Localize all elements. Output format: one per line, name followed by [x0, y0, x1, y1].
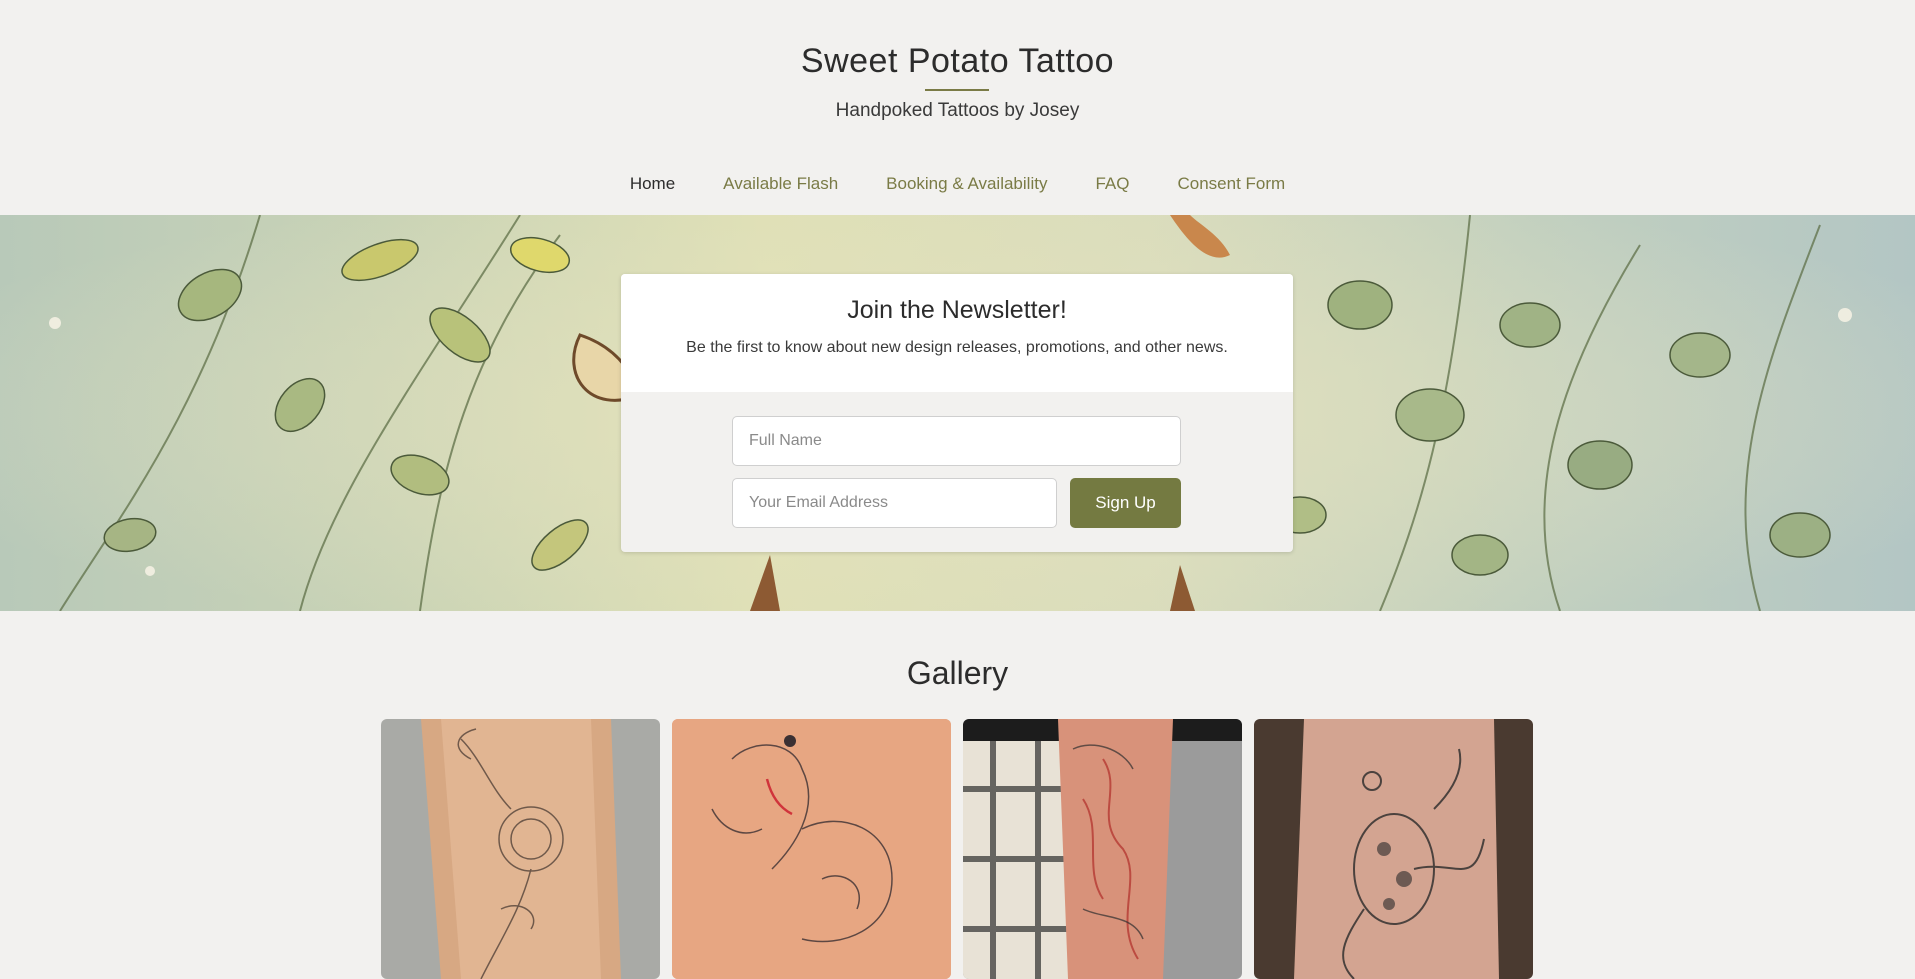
- email-input[interactable]: [732, 478, 1057, 528]
- title-divider: [925, 89, 989, 91]
- newsletter-header: Join the Newsletter! Be the first to kno…: [621, 274, 1293, 392]
- gallery-title: Gallery: [906, 655, 1009, 691]
- nav-home[interactable]: Home: [630, 174, 675, 194]
- dragon-tattoo-image: [963, 719, 1242, 979]
- nav-consent-form[interactable]: Consent Form: [1177, 174, 1285, 194]
- newsletter-form: Sign Up: [621, 392, 1293, 552]
- site-title[interactable]: Sweet Potato Tattoo: [0, 42, 1915, 81]
- gallery-item-frog-tattoo[interactable]: [1254, 719, 1533, 979]
- floral-tattoo-image: [381, 719, 660, 979]
- gallery-grid: [381, 719, 1533, 979]
- newsletter-card: Join the Newsletter! Be the first to kno…: [621, 274, 1293, 552]
- nav-available-flash[interactable]: Available Flash: [723, 174, 838, 194]
- frog-tattoo-image: [1254, 719, 1533, 979]
- nav-booking-availability[interactable]: Booking & Availability: [886, 174, 1047, 194]
- site-header: Sweet Potato Tattoo Handpoked Tattoos by…: [0, 0, 1915, 140]
- nav-faq[interactable]: FAQ: [1095, 174, 1129, 194]
- newsletter-description: Be the first to know about new design re…: [686, 339, 1228, 356]
- gallery-item-dragon-tattoo[interactable]: [963, 719, 1242, 979]
- hero-banner: Join the Newsletter! Be the first to kno…: [0, 215, 1915, 611]
- gallery-item-floral-tattoo[interactable]: [381, 719, 660, 979]
- site-tagline: Handpoked Tattoos by Josey: [835, 100, 1080, 121]
- sign-up-button[interactable]: Sign Up: [1070, 478, 1181, 528]
- newsletter-title: Join the Newsletter!: [847, 296, 1067, 324]
- full-name-input[interactable]: [732, 416, 1181, 466]
- main-nav: Home Available Flash Booking & Availabil…: [0, 174, 1915, 194]
- gallery-item-fox-tattoo[interactable]: [672, 719, 951, 979]
- fox-tattoo-image: [672, 719, 951, 979]
